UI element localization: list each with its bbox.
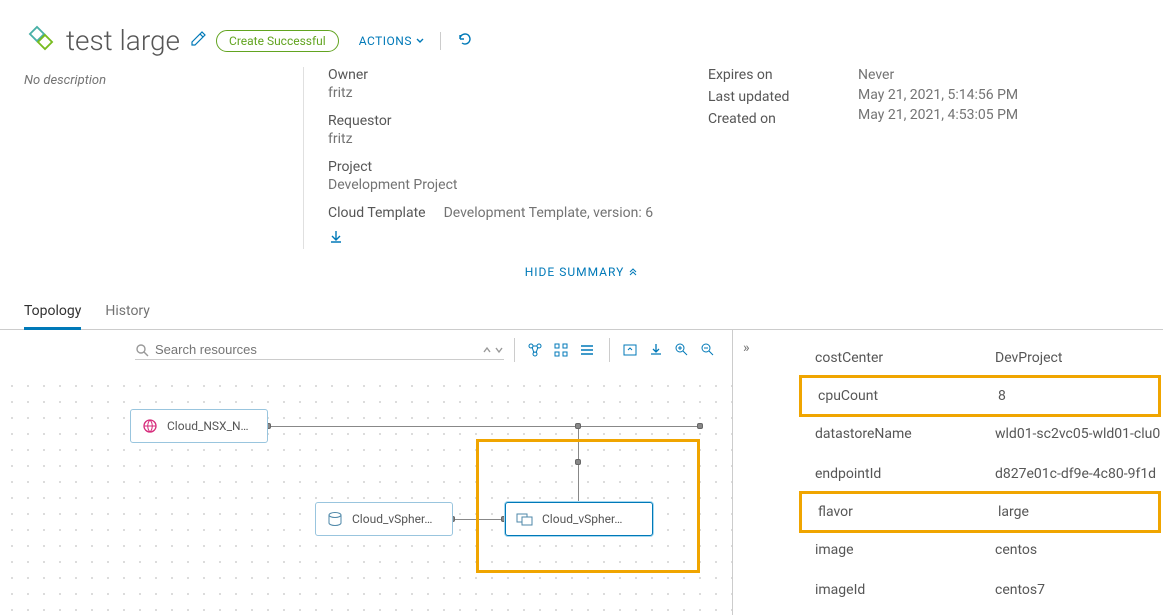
- prop-datastore: datastoreName wld01-sc2vc05-wld01-clu0: [749, 414, 1163, 454]
- chevron-down-icon: [416, 37, 424, 45]
- hide-summary-toggle[interactable]: HIDE SUMMARY: [0, 257, 1163, 287]
- properties-panel: » costCenter DevProject cpuCount 8 datas…: [733, 330, 1163, 615]
- search-input[interactable]: [155, 342, 476, 357]
- prop-costcenter: costCenter DevProject: [749, 338, 1163, 378]
- network-icon: [141, 417, 159, 435]
- panel-collapse-icon[interactable]: »: [743, 340, 750, 356]
- search-icon: [135, 343, 149, 357]
- node-vsphere-vm[interactable]: Cloud_vSpher…: [505, 502, 653, 536]
- status-badge: Create Successful: [216, 30, 339, 52]
- owner-label: Owner: [328, 67, 708, 83]
- prop-key: cpuCount: [818, 388, 998, 404]
- description: No description: [24, 67, 304, 249]
- grid-view-icon[interactable]: [549, 338, 573, 362]
- node-label: Cloud_vSpher…: [352, 512, 432, 526]
- template-label: Cloud Template: [328, 205, 426, 221]
- separator: [440, 32, 441, 50]
- tab-history[interactable]: History: [105, 295, 150, 329]
- prop-cpucount: cpuCount 8: [799, 375, 1161, 417]
- prop-value: 8: [998, 388, 1158, 404]
- page-title: test large: [66, 24, 180, 57]
- prop-key: image: [815, 542, 995, 558]
- search-nav[interactable]: [482, 344, 504, 356]
- download-canvas-icon[interactable]: [644, 338, 668, 362]
- prop-key: imageId: [815, 582, 995, 598]
- chevron-double-up-icon: [628, 268, 638, 278]
- zoom-out-icon[interactable]: [696, 338, 720, 362]
- template-value: Development Template, version: 6: [444, 205, 654, 221]
- port: [575, 423, 581, 429]
- prop-endpoint: endpointId d827e01c-df9e-4c80-9f1d: [749, 454, 1163, 494]
- hide-summary-label: HIDE SUMMARY: [525, 265, 625, 279]
- created-label: Created on: [708, 111, 858, 127]
- requestor-value: fritz: [328, 131, 708, 147]
- prop-key: costCenter: [815, 350, 995, 366]
- zoom-in-icon[interactable]: [670, 338, 694, 362]
- graph-view-icon[interactable]: [523, 338, 547, 362]
- prop-flavor: flavor large: [799, 491, 1161, 533]
- created-value: May 21, 2021, 4:53:05 PM: [858, 107, 1139, 123]
- node-nsx[interactable]: Cloud_NSX_N…: [130, 409, 268, 443]
- node-label: Cloud_vSpher…: [542, 512, 622, 526]
- node-label: Cloud_NSX_N…: [167, 419, 249, 433]
- download-icon[interactable]: [328, 229, 708, 249]
- disk-icon: [326, 510, 344, 528]
- project-label: Project: [328, 159, 708, 175]
- fit-icon[interactable]: [618, 338, 642, 362]
- port: [575, 459, 581, 465]
- node-vsphere-disk[interactable]: Cloud_vSpher…: [315, 502, 453, 536]
- actions-label: ACTIONS: [359, 34, 412, 48]
- prop-value: large: [998, 504, 1158, 520]
- updated-label: Last updated: [708, 89, 858, 105]
- prop-value: d827e01c-df9e-4c80-9f1d: [995, 466, 1163, 482]
- list-view-icon[interactable]: [575, 338, 599, 362]
- prop-value: wld01-sc2vc05-wld01-clu0: [995, 426, 1163, 442]
- topology-canvas[interactable]: Cloud_NSX_N… Cloud_vSpher… Cloud_vSpher…: [0, 374, 732, 615]
- search-input-wrapper: [135, 340, 504, 360]
- actions-dropdown[interactable]: ACTIONS: [359, 34, 424, 48]
- edit-icon[interactable]: [190, 31, 206, 51]
- prop-imageid: imageId centos7: [749, 570, 1163, 610]
- prop-value: centos: [995, 542, 1163, 558]
- updated-value: May 21, 2021, 5:14:56 PM: [858, 87, 1139, 103]
- owner-value: fritz: [328, 85, 708, 101]
- chevron-up-icon: [482, 344, 492, 356]
- chevron-down-icon: [494, 344, 504, 356]
- deployment-icon: [24, 25, 56, 57]
- prop-key: datastoreName: [815, 426, 995, 442]
- prop-value: centos7: [995, 582, 1163, 598]
- prop-image: image centos: [749, 530, 1163, 570]
- prop-key: flavor: [818, 504, 998, 520]
- tab-topology[interactable]: Topology: [24, 295, 81, 330]
- connector-line: [452, 519, 503, 520]
- prop-value: DevProject: [995, 350, 1163, 366]
- connector-line: [268, 426, 700, 427]
- expires-label: Expires on: [708, 67, 858, 83]
- expires-value: Never: [858, 67, 1139, 83]
- vm-icon: [516, 510, 534, 528]
- project-value: Development Project: [328, 177, 708, 193]
- port: [697, 423, 703, 429]
- requestor-label: Requestor: [328, 113, 708, 129]
- refresh-icon[interactable]: [457, 31, 473, 51]
- prop-key: endpointId: [815, 466, 995, 482]
